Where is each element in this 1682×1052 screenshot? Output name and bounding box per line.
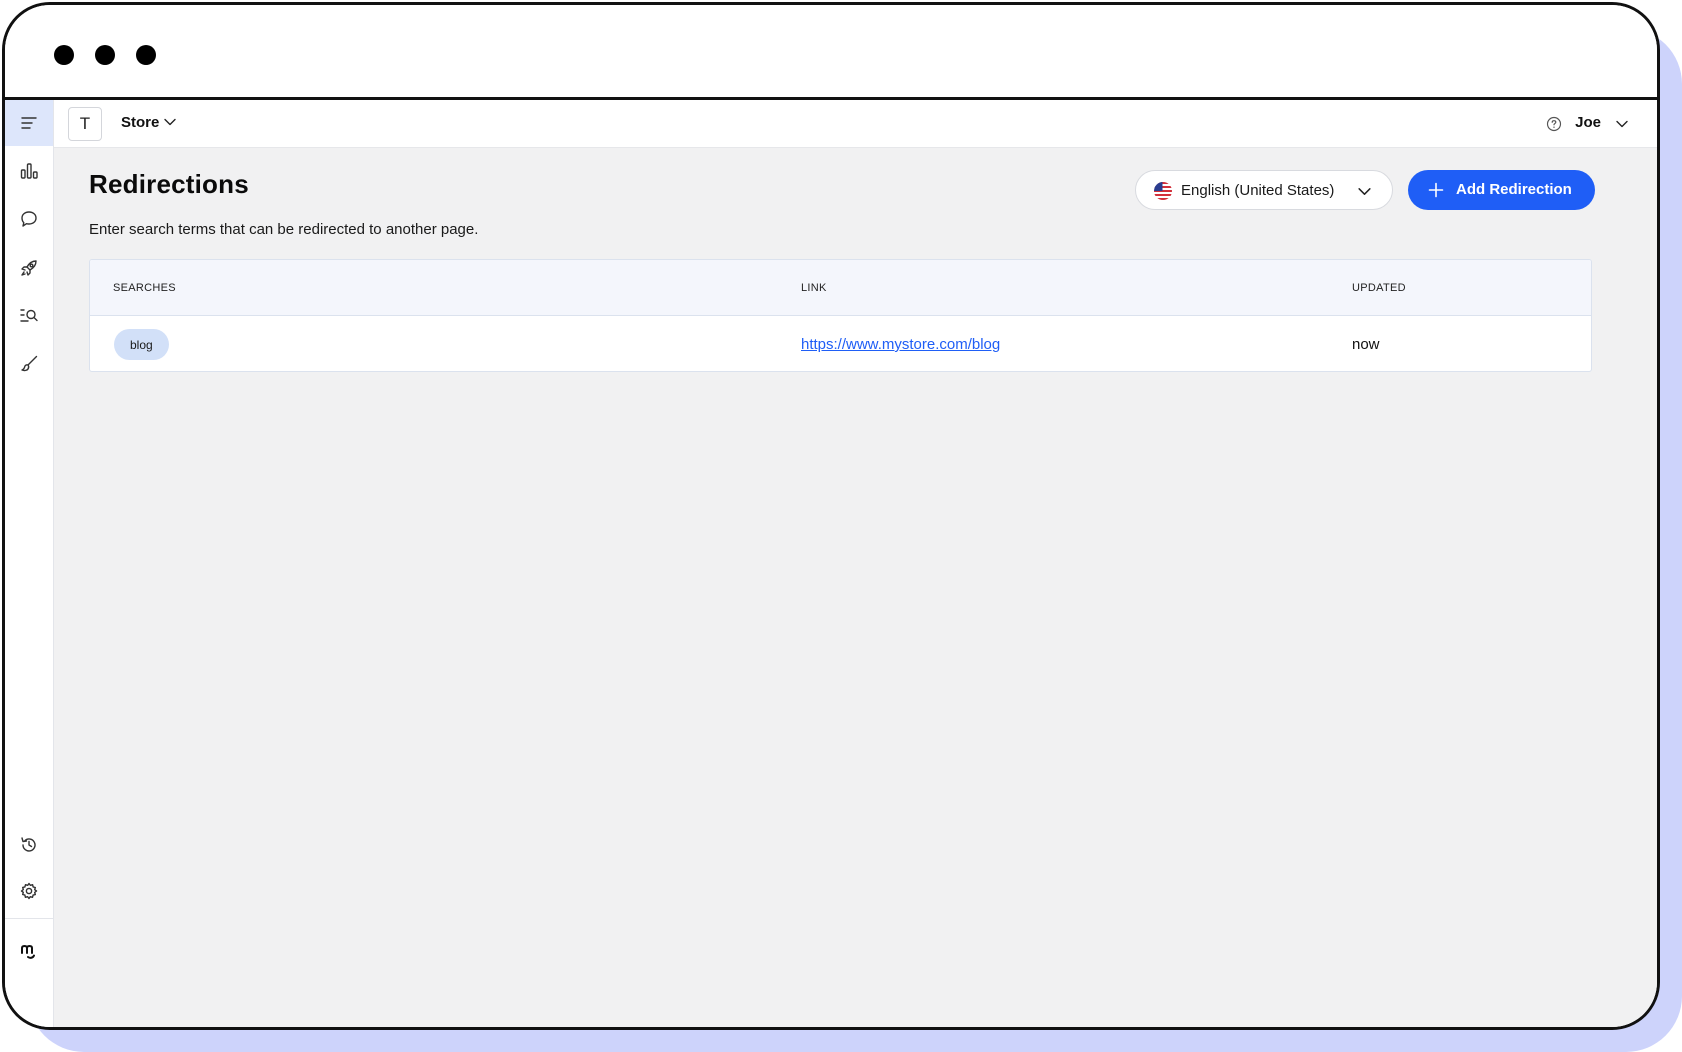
sidebar-item-search[interactable] [5,293,53,339]
help-icon[interactable] [1546,116,1562,132]
sidebar-item-settings[interactable] [5,868,53,914]
app-window: T Store Joe Redirections Enter search te… [2,2,1660,1030]
sidebar-item-conversations[interactable] [5,196,53,242]
language-select[interactable]: English (United States) [1135,170,1393,210]
sidebar-divider [5,918,53,919]
sidebar-item-history[interactable] [5,822,53,868]
page-description: Enter search terms that can be redirecte… [89,221,479,238]
sidebar-item-analytics[interactable] [5,148,53,194]
window-minimize-dot[interactable] [95,45,115,65]
chat-icon [21,211,37,227]
sidebar-menu-button[interactable] [5,100,53,146]
add-redirection-button[interactable]: Add Redirection [1408,170,1595,210]
language-select-value: English (United States) [1181,182,1335,199]
sidebar-item-design[interactable] [5,341,53,387]
menu-icon [21,117,37,129]
column-header-link[interactable]: LINK [801,282,827,294]
window-maximize-dot[interactable] [136,45,156,65]
window-titlebar [5,5,1657,100]
column-header-updated[interactable]: UPDATED [1352,282,1406,294]
brand-logo[interactable] [5,928,53,974]
us-flag-icon [1154,182,1172,200]
store-avatar[interactable]: T [68,107,102,141]
search-term-chip[interactable]: blog [114,329,169,360]
redirections-table: SEARCHES LINK UPDATED blog https://www.m… [89,259,1592,372]
sidebar [5,100,54,1027]
table-row[interactable]: blog https://www.mystore.com/blog now [90,316,1591,371]
redirect-link[interactable]: https://www.mystore.com/blog [801,336,1000,353]
updated-time: now [1352,336,1380,353]
table-header: SEARCHES LINK UPDATED [90,260,1591,316]
add-redirection-label: Add Redirection [1456,181,1572,198]
rocket-icon [21,260,37,276]
topbar: T Store Joe [54,100,1657,148]
chevron-down-icon[interactable] [163,115,177,129]
chevron-down-icon [1358,188,1371,195]
chevron-down-icon[interactable] [1615,117,1629,131]
chart-icon [20,163,38,179]
brand-logo-icon [21,945,35,959]
store-switcher-label[interactable]: Store [121,114,159,131]
column-header-searches[interactable]: SEARCHES [113,282,176,294]
plus-icon [1428,182,1444,198]
brush-icon [21,355,38,372]
window-close-dot[interactable] [54,45,74,65]
user-menu-label[interactable]: Joe [1575,114,1601,131]
page-title: Redirections [89,169,249,199]
search-list-icon [20,309,38,322]
app-body: T Store Joe Redirections Enter search te… [5,100,1657,1027]
main-content: Redirections Enter search terms that can… [54,148,1657,1027]
history-icon [21,837,36,852]
gear-icon [20,882,38,900]
sidebar-item-boost[interactable] [5,245,53,291]
